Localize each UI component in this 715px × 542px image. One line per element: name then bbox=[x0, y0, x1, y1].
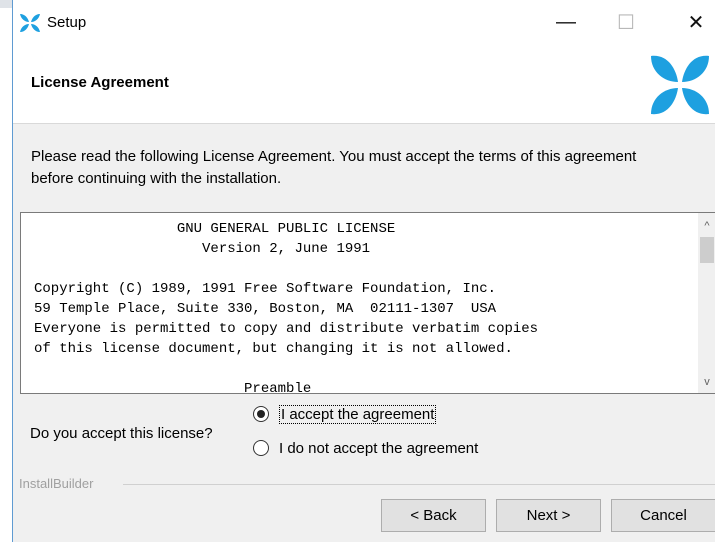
decline-radio-button[interactable] bbox=[253, 440, 269, 456]
installbuilder-logo-icon bbox=[645, 50, 715, 120]
title-bar: Setup — ☐ ✕ bbox=[13, 0, 715, 48]
branding-separator: InstallBuilder bbox=[13, 476, 715, 492]
scroll-down-icon[interactable]: v bbox=[698, 373, 715, 391]
page-title: License Agreement bbox=[31, 74, 169, 91]
close-button[interactable]: ✕ bbox=[673, 0, 715, 44]
page-header: License Agreement bbox=[13, 48, 715, 124]
branding-label: InstallBuilder bbox=[19, 476, 100, 491]
window-title: Setup bbox=[47, 14, 87, 31]
intro-text: Please read the following License Agreem… bbox=[31, 148, 637, 187]
separator-line bbox=[123, 484, 715, 485]
decline-radio-option[interactable]: I do not accept the agreement bbox=[253, 436, 533, 460]
accept-radio-label[interactable]: I accept the agreement bbox=[279, 404, 437, 424]
app-logo-icon bbox=[19, 12, 41, 34]
radio-selected-dot-icon bbox=[257, 410, 265, 418]
scroll-up-icon[interactable]: ^ bbox=[698, 217, 715, 235]
maximize-button[interactable]: ☐ bbox=[603, 0, 649, 44]
cancel-button[interactable]: Cancel bbox=[611, 499, 715, 532]
scrollbar-thumb[interactable] bbox=[700, 237, 714, 263]
minimize-button[interactable]: — bbox=[543, 0, 589, 44]
accept-radio-option[interactable]: I accept the agreement bbox=[253, 402, 533, 426]
accept-radio-button[interactable] bbox=[253, 406, 269, 422]
license-scrollbar[interactable]: ^ v bbox=[698, 213, 715, 393]
back-button[interactable]: < Back bbox=[381, 499, 486, 532]
next-button[interactable]: Next > bbox=[496, 499, 601, 532]
decline-radio-label[interactable]: I do not accept the agreement bbox=[279, 440, 478, 457]
setup-window: Setup — ☐ ✕ License Agreement Please rea… bbox=[12, 0, 715, 542]
license-text-area[interactable]: GNU GENERAL PUBLIC LICENSE Version 2, Ju… bbox=[20, 212, 715, 394]
license-text: GNU GENERAL PUBLIC LICENSE Version 2, Ju… bbox=[34, 221, 539, 394]
accept-question-label: Do you accept this license? bbox=[30, 425, 213, 442]
